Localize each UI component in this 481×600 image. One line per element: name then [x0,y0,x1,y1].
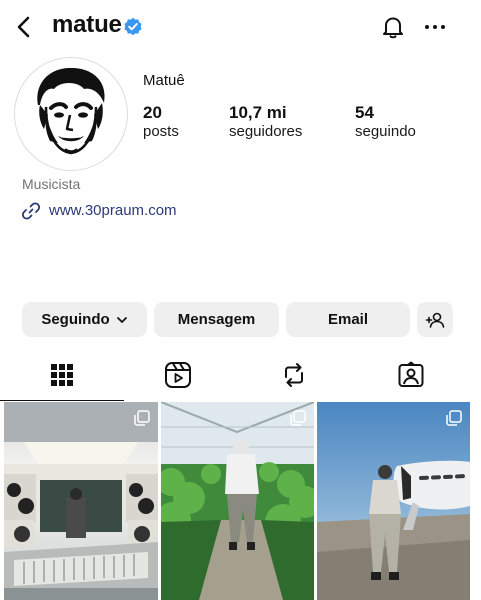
verified-icon [124,17,142,36]
profile-link[interactable]: www.30praum.com [49,202,177,219]
message-button-label: Mensagem [177,311,256,328]
profile-category: Musicista [22,176,81,192]
reposts-icon[interactable] [279,360,309,390]
profile-username: matue [52,11,122,38]
email-button-label: Email [327,311,369,328]
post-thumbnail[interactable] [4,402,158,600]
studio-photo [4,402,158,600]
active-tab-indicator [0,400,124,401]
grid-icon[interactable] [47,360,77,390]
tagged-icon[interactable] [396,360,426,390]
avatar[interactable] [20,63,120,163]
suggested-users-button[interactable] [417,302,453,337]
stat-followers[interactable]: 10,7 mi seguidores [229,103,302,140]
display-name: Matuê [143,72,185,89]
post-thumbnail[interactable] [161,402,314,600]
stat-value: 54 [355,103,374,122]
following-button-label: Seguindo [41,311,110,328]
stat-label: seguidores [229,123,303,140]
multiple-posts-icon [134,410,150,426]
multiple-posts-icon [446,410,462,426]
multiple-posts-icon [290,410,306,426]
greenhouse-photo [161,402,314,600]
stat-value: 10,7 mi [229,103,287,122]
following-button[interactable]: Seguindo [22,302,147,337]
link-icon [21,202,41,220]
jet-photo [317,402,470,600]
stat-label: posts [143,123,179,140]
add-user-icon [425,312,445,328]
back-icon[interactable] [12,14,38,40]
reels-icon[interactable] [163,360,193,390]
chevron-down-icon [116,316,127,323]
post-thumbnail[interactable] [317,402,470,600]
email-button[interactable]: Email [286,302,410,337]
stat-following[interactable]: 54 seguindo [355,103,416,140]
more-icon[interactable] [422,14,448,40]
avatar-illustration [20,63,120,163]
bell-icon[interactable] [380,14,406,40]
message-button[interactable]: Mensagem [154,302,279,337]
stat-value: 20 [143,103,162,122]
stat-label: seguindo [355,123,416,140]
stat-posts[interactable]: 20 posts [143,103,179,140]
